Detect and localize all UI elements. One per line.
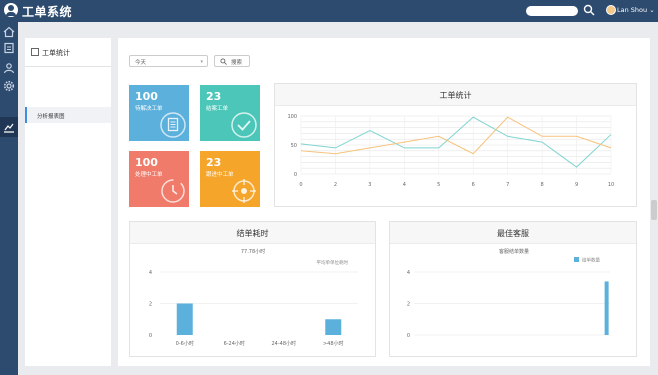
x-tick-label: 8	[541, 182, 544, 188]
target-icon	[232, 179, 256, 203]
tile-label: 待解决工单	[135, 106, 163, 112]
document-icon[interactable]	[3, 42, 15, 54]
check-circle-icon	[231, 112, 257, 138]
app-title: 工单系统	[22, 5, 73, 19]
legend-swatch	[574, 257, 579, 262]
date-range-select[interactable]: 今天 ▾	[129, 55, 208, 67]
x-tick-label: 6-24小时	[224, 340, 245, 347]
search-icon[interactable]	[583, 4, 595, 16]
tile-label: 处理中工单	[135, 172, 163, 178]
search-icon	[220, 58, 227, 65]
avatar[interactable]	[606, 5, 616, 15]
best-agent-panel: 最佳客服 客服结单数量结单数量 0 2 4	[389, 221, 637, 357]
clock-icon	[161, 179, 185, 203]
legend-label: 平均单单位耗时	[317, 259, 349, 266]
search-button-label: 搜索	[231, 60, 243, 66]
y-tick-label: 0	[294, 172, 297, 178]
y-tick-label: 0	[407, 333, 410, 339]
tile-follow-up[interactable]: 23 跟进中工单	[200, 151, 260, 207]
series-line-2	[300, 116, 612, 155]
x-tick-label: 6	[472, 182, 475, 188]
legend-label: 结单数量	[582, 257, 600, 264]
y-tick-label: 4	[149, 270, 152, 276]
x-tick-label: 3	[368, 182, 371, 188]
search-button[interactable]: 搜索	[214, 55, 250, 67]
x-tick-label: 9	[575, 182, 578, 188]
panel-title: 最佳客服	[390, 222, 636, 244]
tile-pending[interactable]: 100 待解决工单	[129, 85, 189, 141]
tile-label: 结案工单	[206, 106, 229, 112]
y-tick-label: 2	[407, 302, 410, 308]
chevron-down-icon: ▾	[200, 59, 203, 65]
x-tick-label: 10	[608, 182, 614, 188]
icon-rail	[0, 22, 18, 375]
sidebar-item-analysis-report[interactable]: 分析报表图	[25, 107, 111, 123]
tile-value: 100	[135, 90, 158, 103]
tile-value: 23	[206, 156, 222, 169]
y-tick-label: 0	[149, 333, 152, 339]
tile-value: 23	[206, 90, 222, 103]
tile-label: 跟进中工单	[206, 172, 234, 178]
sidebar-title: 工单统计	[42, 49, 70, 57]
ticket-stats-panel: 工单统计 0 50 100 0 2 3 4 5 6 7 8 9 10	[274, 83, 637, 207]
sub-sidebar: 工单统计 分析报表图	[25, 38, 111, 366]
user-menu[interactable]: Lan Shou ⌄	[617, 6, 655, 14]
bar	[176, 303, 193, 335]
search-input[interactable]	[526, 6, 578, 16]
x-tick-label: 2	[334, 182, 337, 188]
x-tick-label: 7	[506, 182, 509, 188]
close-time-bar-chart: 77.78小时平均单单位耗时 0 2 4 0-6小时 6-24小时 24-48小时 >48小时	[149, 248, 358, 347]
x-tick-label: 24-48小时	[271, 340, 296, 347]
panel-title: 结单耗时	[130, 222, 375, 244]
y-tick-label: 2	[149, 302, 152, 308]
sidebar-divider	[25, 66, 111, 67]
tile-value: 100	[135, 156, 158, 169]
x-tick-label: 5	[437, 182, 440, 188]
top-bar: 工单系统 Lan Shou ⌄	[0, 0, 658, 22]
chart-subtitle: 客服结单数量	[499, 248, 529, 255]
y-tick-label: 4	[407, 270, 410, 276]
tile-closed[interactable]: 23 结案工单	[200, 85, 260, 141]
panel-title: 工单统计	[275, 84, 636, 106]
close-time-panel: 结单耗时 77.78小时平均单单位耗时 0 2 4 0-6小时 6-24小时 24-48小时…	[129, 221, 376, 357]
document-icon	[160, 112, 186, 138]
ticket-stats-line-chart: 0 50 100 0 2 3 4 5 6 7 8 9 10	[287, 114, 614, 188]
x-tick-label: 0	[299, 182, 302, 188]
home-icon[interactable]	[3, 26, 15, 38]
y-tick-label: 50	[291, 143, 297, 149]
best-agent-bar-chart: 客服结单数量结单数量 0 2 4	[407, 248, 610, 339]
users-icon[interactable]	[3, 62, 15, 74]
tile-processing[interactable]: 100 处理中工单	[129, 151, 189, 207]
x-tick-label: >48小时	[323, 340, 344, 347]
bar	[604, 281, 609, 335]
chart-icon[interactable]	[3, 121, 15, 133]
stats-section-icon	[31, 48, 39, 56]
page-scrollbar[interactable]	[651, 200, 657, 220]
main-content: 今天 ▾ 搜索 100 待解决工单 23 结案工单 100 处理中工单 23 跟…	[118, 38, 650, 366]
date-range-value: 今天	[135, 60, 147, 66]
chart-subtitle: 77.78小时	[241, 248, 265, 255]
x-tick-label: 0-6小时	[176, 340, 194, 347]
bar	[325, 319, 342, 335]
gear-icon[interactable]	[3, 80, 15, 92]
x-tick-label: 4	[403, 182, 406, 188]
series-line-1	[300, 116, 612, 168]
user-logo-icon	[4, 3, 18, 17]
y-tick-label: 100	[287, 114, 297, 120]
